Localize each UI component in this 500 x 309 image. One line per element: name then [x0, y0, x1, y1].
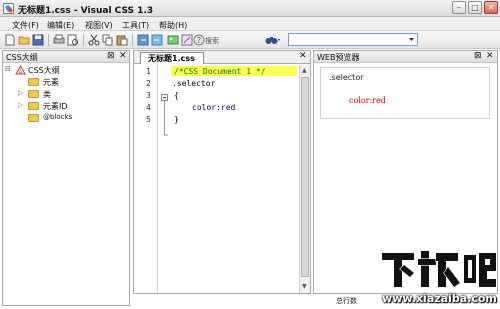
pin-icon[interactable]: ⊠ — [107, 52, 115, 61]
print-preview-icon[interactable] — [67, 34, 79, 46]
cut-icon[interactable] — [88, 34, 100, 46]
scroll-up-icon[interactable]: ▲ — [302, 67, 307, 74]
line-number-gutter: 1 2 3 4 5 — [134, 65, 158, 293]
outline-panel-header: CSS大纲 ⊠ ✕ — [3, 51, 129, 63]
folder-icon — [28, 102, 39, 110]
tree-collapse-icon[interactable]: ⊟ — [5, 65, 11, 73]
tab-strip: 无标题1.css ✕ — [134, 51, 310, 64]
watermark-logo — [381, 250, 497, 288]
toolbar-divider — [48, 34, 49, 46]
toolbar: ? 搜索 — [0, 31, 500, 49]
tree-item-label: 类 — [43, 90, 51, 99]
outline-panel-title: CSS大纲 — [6, 53, 38, 62]
line-number: 3 — [146, 91, 151, 100]
preview-rule: color:red — [349, 96, 386, 105]
tree-item-label: 元素ID — [43, 102, 68, 111]
line-number: 4 — [146, 103, 151, 112]
line-number: 2 — [146, 79, 151, 88]
maximize-button[interactable]: □ — [468, 1, 482, 14]
undo-icon[interactable] — [137, 34, 149, 46]
minimize-button[interactable]: – — [452, 1, 466, 14]
print-icon[interactable] — [53, 34, 65, 46]
tab-close-icon[interactable]: ✕ — [299, 52, 307, 61]
svg-text:A: A — [19, 70, 23, 76]
close-button[interactable]: ✕ — [484, 1, 498, 14]
preview-panel-header: WEB预览器 ⊠ ✕ — [314, 51, 497, 63]
preview-panel-title: WEB预览器 — [317, 53, 360, 62]
code-line-selector[interactable]: .selector — [172, 79, 215, 88]
vertical-scrollbar[interactable]: ▲ ▼ — [299, 65, 310, 293]
scrollbar-thumb[interactable] — [301, 77, 309, 277]
menu-view[interactable]: 视图(V) — [85, 20, 113, 31]
folder-icon — [28, 114, 39, 122]
window-title: 无标题1.css - Visual CSS 1.3 — [18, 6, 154, 16]
outline-panel: CSS大纲 ⊠ ✕ ⊟ A CSS大纲 元素 ▷ 类 ▷ 元素ID @block… — [2, 50, 130, 306]
title-bar: 无标题1.css - Visual CSS 1.3 – □ ✕ — [0, 0, 500, 17]
css-doc-icon: A — [15, 65, 26, 75]
line-number: 5 — [146, 115, 151, 124]
scroll-down-icon[interactable]: ▼ — [302, 283, 307, 290]
toolbar-divider — [83, 34, 84, 46]
search-input[interactable] — [288, 33, 418, 46]
pin-icon[interactable]: ⊠ — [474, 52, 482, 61]
tree-item-label: @blocks — [43, 113, 73, 121]
panel-close-icon[interactable]: ✕ — [119, 52, 127, 61]
app-icon — [3, 3, 14, 14]
search-label: 搜索 — [205, 37, 219, 45]
menu-edit[interactable]: 编辑(E) — [47, 20, 74, 31]
code-line-comment[interactable]: /*CSS Document 1 */ — [174, 67, 266, 76]
code-line-open-brace[interactable]: { — [174, 91, 179, 100]
code-line-property[interactable]: color:red — [192, 103, 235, 112]
code-line-close-brace[interactable]: } — [174, 115, 179, 124]
folder-icon — [28, 90, 39, 98]
new-file-icon[interactable] — [4, 34, 16, 46]
toolbar-divider — [132, 34, 133, 46]
status-line-count: 总行数 — [336, 297, 357, 305]
panel-close-icon[interactable]: ✕ — [486, 52, 494, 61]
menu-tools[interactable]: 工具(T) — [122, 20, 149, 31]
tree-expand-icon[interactable]: ▷ — [18, 89, 23, 97]
image-icon[interactable] — [167, 34, 179, 46]
svg-text:?: ? — [197, 36, 201, 45]
color-picker-icon[interactable] — [181, 34, 193, 46]
watermark-url: www.xiazaiba.com — [382, 292, 497, 305]
tree-item-label: 元素 — [43, 78, 59, 87]
find-binoculars-icon[interactable] — [265, 34, 281, 46]
fold-markers[interactable] — [160, 65, 170, 293]
copy-icon[interactable] — [102, 34, 114, 46]
tab-document[interactable]: 无标题1.css — [140, 52, 204, 64]
folder-icon — [28, 78, 39, 86]
code-editor: 无标题1.css ✕ 1 2 3 4 5 /*CSS Document 1 */… — [133, 50, 311, 294]
menu-file[interactable]: 文件(F) — [12, 20, 39, 31]
save-icon[interactable] — [32, 34, 44, 46]
chevron-down-icon[interactable] — [407, 35, 416, 44]
preview-selector: .selector — [329, 73, 364, 82]
tree-expand-icon[interactable]: ▷ — [18, 101, 23, 109]
menu-bar: 文件(F) 编辑(E) 视图(V) 工具(T) 帮助(H) — [0, 17, 500, 31]
tree-root-label: CSS大纲 — [28, 66, 60, 75]
paste-icon[interactable] — [116, 34, 128, 46]
help-icon[interactable]: ? — [193, 34, 205, 46]
menu-help[interactable]: 帮助(H) — [159, 20, 187, 31]
preview-card: .selector color:red — [320, 67, 490, 119]
open-folder-icon[interactable] — [18, 34, 30, 46]
redo-icon[interactable] — [151, 34, 163, 46]
line-number: 1 — [146, 67, 151, 76]
